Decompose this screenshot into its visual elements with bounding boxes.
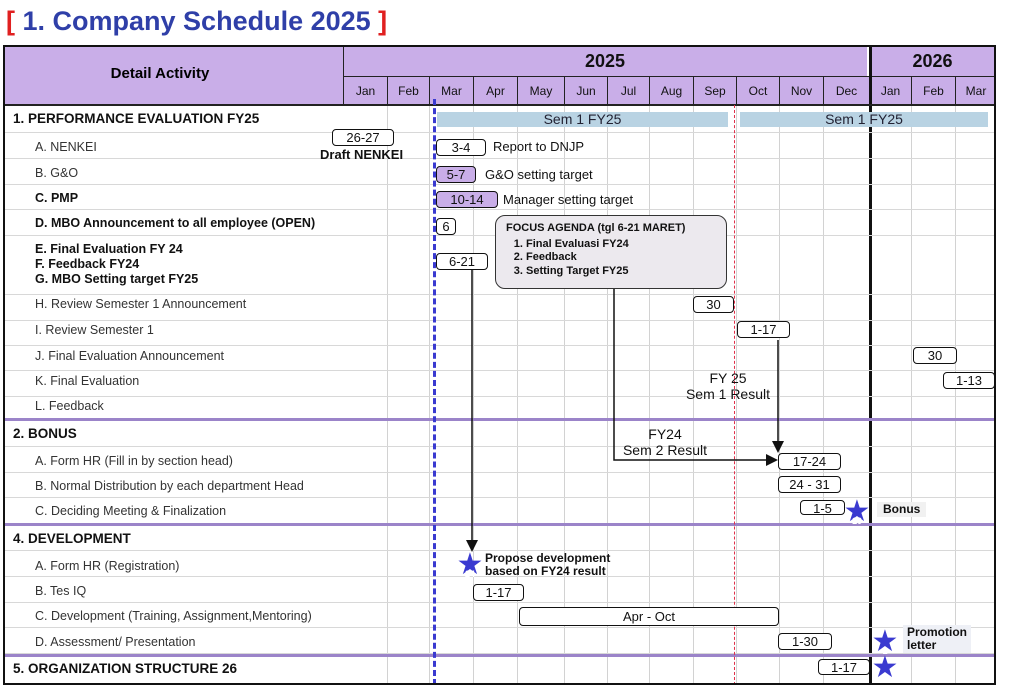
annotation-propose-development: Propose development based on FY24 result — [485, 552, 610, 578]
page-title: [ 1. Company Schedule 2025 ] — [6, 6, 388, 36]
star-icon-bonus: ★ 10 — [843, 495, 871, 528]
bar-development: Apr - Oct — [519, 607, 779, 626]
bar-nenkei: 26-27 — [332, 129, 394, 146]
fy24-line2: Sem 2 Result — [622, 442, 708, 458]
bar-assessment: 1-30 — [778, 633, 832, 650]
bar-mbo-open: 6 — [436, 218, 456, 235]
annotation-promotion-letter: Promotion letter — [903, 625, 971, 653]
note-manager-setting-target: Manager setting target — [503, 192, 634, 207]
focus-agenda-title: FOCUS AGENDA (tgl 6-21 MARET) — [506, 222, 686, 234]
bar-pmp: 5-7 — [436, 166, 476, 183]
focus-agenda-item: Final Evaluasi FY24 — [526, 238, 716, 252]
bar-mbo: 10-14 — [436, 191, 498, 208]
gantt-chart: Detail Activity 2025 2026 Jan Feb Mar Apr Ma… — [3, 45, 996, 685]
bar-form-hr: 17-24 — [778, 453, 841, 470]
propose-line2: based on FY24 result — [485, 564, 606, 578]
fy24-line1: FY24 — [648, 426, 682, 442]
focus-agenda-item: Setting Target FY25 — [526, 265, 716, 279]
note-draft-nenkei: Draft NENKEI — [320, 147, 404, 162]
annotation-fy25-result: FY 25 Sem 1 Result — [683, 370, 773, 402]
bar-final-eval-feedback-mbo: 6-21 — [436, 253, 488, 270]
star-icon-organization: ★ 1 — [871, 651, 899, 684]
bar-organization-structure: 1-17 — [818, 659, 870, 675]
bar-normal-distribution: 24 - 31 — [778, 476, 841, 493]
promotion-line2: letter — [907, 638, 937, 652]
bar-final-evaluation-announcement: 30 — [913, 347, 957, 364]
annotation-fy24-result: FY24 Sem 2 Result — [615, 426, 715, 458]
focus-agenda-item: Feedback — [526, 251, 716, 265]
focus-agenda-list: Final Evaluasi FY24FeedbackSetting Targe… — [506, 238, 716, 279]
bar-review-semester: 1-17 — [737, 321, 790, 338]
note-report-dnjp: Report to DNJP — [493, 139, 585, 154]
star-icon-development: ★ 24 — [456, 548, 484, 581]
note-go-setting-target: G&O setting target — [485, 167, 593, 182]
bar-deciding-meeting: 1-5 — [800, 500, 845, 516]
bar-final-evaluation: 1-13 — [943, 372, 994, 389]
annotation-bonus: Bonus — [877, 502, 927, 517]
fy25-line2: Sem 1 Result — [685, 386, 771, 402]
focus-agenda-callout: FOCUS AGENDA (tgl 6-21 MARET) Final Eval… — [495, 215, 727, 289]
bar-go: 3-4 — [436, 139, 486, 156]
fy25-line1: FY 25 — [709, 370, 747, 386]
bar-review-announcement: 30 — [693, 296, 734, 313]
